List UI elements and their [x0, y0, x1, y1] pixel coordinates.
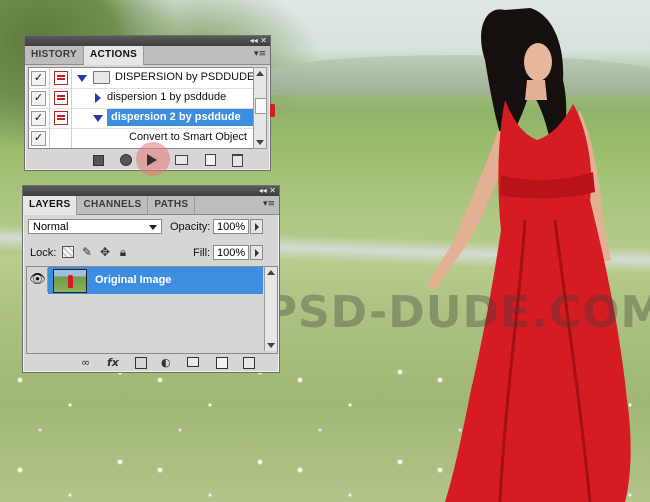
actions-scrollbar[interactable] [253, 67, 275, 149]
layers-scrollbar[interactable] [264, 267, 277, 351]
layers-list: 👁︎ Original Image [26, 266, 278, 354]
fill-label: Fill: [193, 247, 211, 259]
action-row-selected[interactable]: ✓ dispersion 2 by psddude [29, 108, 255, 129]
tab-paths[interactable]: PATHS [148, 196, 196, 214]
opacity-slider-arrow[interactable] [250, 219, 263, 234]
expand-triangle-icon[interactable] [77, 75, 87, 82]
actions-list: ✓ DISPERSION by PSDDUDE ✓ dispersion 1 b… [28, 67, 256, 149]
actions-panel-titlebar[interactable]: ◂◂ ✕ [25, 36, 270, 46]
scroll-up-icon[interactable] [267, 270, 275, 275]
panel-menu-icon[interactable]: ▾≡ [263, 199, 275, 209]
lock-position-move-icon[interactable]: ✥ [99, 246, 111, 258]
folder-icon [93, 71, 110, 84]
layer-name: Original Image [95, 274, 172, 286]
scroll-down-icon[interactable] [267, 343, 275, 348]
new-action-icon[interactable] [205, 154, 216, 166]
action-step-label: Convert to Smart Object [129, 131, 247, 143]
layers-panel: ◂◂ ✕ LAYERS CHANNELS PATHS ▾≡ Normal Opa… [22, 185, 280, 373]
actions-toolbar [25, 142, 270, 176]
lock-transparency-icon[interactable] [62, 246, 74, 258]
tab-history[interactable]: HISTORY [25, 46, 84, 64]
opacity-field[interactable]: 100% [213, 219, 249, 234]
action-row[interactable]: ✓ dispersion 1 by psddude [29, 88, 255, 109]
action-label: dispersion 2 by psddude [111, 111, 241, 123]
collapsed-triangle-icon[interactable] [95, 93, 101, 103]
adjustment-icon[interactable]: ◐ [161, 357, 171, 369]
tab-layers[interactable]: LAYERS [23, 196, 78, 215]
lock-all-icon[interactable]: 🔒︎ [117, 246, 129, 258]
action-label: dispersion 1 by psddude [107, 91, 227, 103]
new-set-icon[interactable] [175, 155, 188, 165]
fx-icon[interactable]: fx [107, 357, 119, 369]
opacity-label: Opacity: [170, 221, 211, 233]
new-layer-icon[interactable] [216, 357, 228, 369]
layers-panel-titlebar[interactable]: ◂◂ ✕ [23, 186, 279, 196]
scroll-thumb[interactable] [255, 98, 275, 117]
panel-collapse-close-icons[interactable]: ◂◂ ✕ [250, 36, 267, 46]
toggle-checkbox[interactable]: ✓ [31, 91, 46, 106]
fill-slider-arrow[interactable] [250, 245, 263, 260]
layer-thumbnail [53, 269, 87, 293]
panel-collapse-close-icons[interactable]: ◂◂ ✕ [259, 186, 276, 196]
dialog-toggle-icon[interactable] [54, 91, 68, 105]
lock-label: Lock: [30, 247, 57, 259]
blend-mode-value: Normal [33, 221, 69, 233]
blend-options-row: Normal Opacity: 100% [23, 216, 279, 238]
record-icon[interactable] [120, 154, 132, 166]
lock-row: Lock: ✎ ✥ 🔒︎ Fill: 100% [23, 243, 279, 263]
link-icon[interactable]: ∞ [81, 357, 90, 369]
actions-panel: ◂◂ ✕ HISTORY ACTIONS ▾≡ ✓ DISPERSION by … [24, 35, 275, 176]
layer-row[interactable]: 👁︎ Original Image [27, 267, 277, 294]
scroll-up-icon[interactable] [256, 71, 264, 76]
scroll-down-icon[interactable] [256, 140, 264, 145]
toggle-checkbox[interactable]: ✓ [31, 71, 46, 86]
action-set-label: DISPERSION by PSDDUDE [115, 71, 255, 83]
chevron-down-icon [149, 225, 157, 230]
layers-toolbar: ∞ fx ◐ [23, 354, 279, 372]
toggle-checkbox[interactable]: ✓ [31, 111, 46, 126]
tab-actions[interactable]: ACTIONS [84, 46, 145, 65]
lock-pixels-brush-icon[interactable]: ✎ [81, 246, 93, 258]
mask-icon[interactable] [135, 357, 147, 369]
dialog-toggle-icon[interactable] [54, 111, 68, 125]
actions-panel-tabs: HISTORY ACTIONS ▾≡ [25, 46, 270, 65]
fill-field[interactable]: 100% [213, 245, 249, 260]
panel-menu-icon[interactable]: ▾≡ [254, 49, 266, 59]
eye-icon[interactable]: 👁︎ [28, 268, 48, 292]
toggle-checkbox[interactable]: ✓ [31, 131, 46, 146]
blend-mode-select[interactable]: Normal [28, 219, 162, 234]
group-icon[interactable] [187, 357, 199, 367]
tab-channels[interactable]: CHANNELS [77, 196, 149, 214]
layers-panel-tabs: LAYERS CHANNELS PATHS ▾≡ [23, 196, 279, 215]
action-set-row[interactable]: ✓ DISPERSION by PSDDUDE [29, 68, 255, 89]
stop-icon[interactable] [93, 155, 104, 166]
play-icon[interactable] [147, 154, 157, 166]
woman-in-red-dress [427, 8, 631, 502]
dialog-toggle-icon[interactable] [54, 71, 68, 85]
trash-icon[interactable] [243, 357, 255, 369]
expand-triangle-icon[interactable] [93, 115, 103, 122]
trash-icon[interactable] [232, 154, 243, 167]
